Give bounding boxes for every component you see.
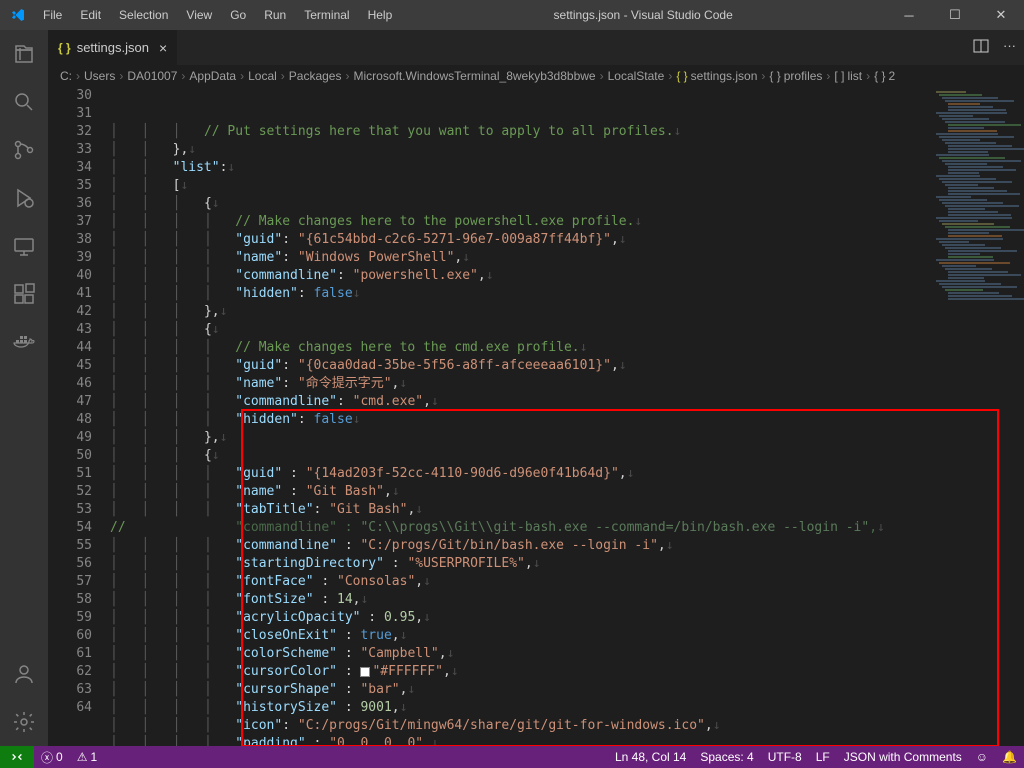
search-icon[interactable] bbox=[0, 78, 48, 126]
breadcrumb-segment[interactable]: Local bbox=[248, 69, 277, 83]
extensions-icon[interactable] bbox=[0, 270, 48, 318]
editor[interactable]: 3031323334353637383940414243444546474849… bbox=[48, 87, 1024, 746]
breadcrumb-segment[interactable]: list bbox=[847, 69, 862, 83]
status-errors[interactable]: ⓧ0 bbox=[34, 749, 70, 766]
minimize-button[interactable]: ─ bbox=[886, 0, 932, 30]
json-file-icon: { } bbox=[58, 41, 71, 55]
status-warnings[interactable]: ⚠1 bbox=[70, 750, 104, 764]
menu-go[interactable]: Go bbox=[222, 4, 254, 26]
activity-bar bbox=[0, 30, 48, 746]
menu-run[interactable]: Run bbox=[256, 4, 294, 26]
status-feedback-icon[interactable]: ☺ bbox=[969, 750, 995, 764]
status-indent[interactable]: Spaces: 4 bbox=[693, 750, 760, 764]
remote-indicator[interactable] bbox=[0, 746, 34, 768]
breadcrumb-segment[interactable]: Packages bbox=[289, 69, 342, 83]
maximize-button[interactable]: ☐ bbox=[932, 0, 978, 30]
docker-icon[interactable] bbox=[0, 318, 48, 366]
status-encoding[interactable]: UTF-8 bbox=[761, 750, 809, 764]
code-content[interactable]: │ │ │ // Put settings here that you want… bbox=[110, 87, 926, 746]
status-language[interactable]: JSON with Comments bbox=[837, 750, 969, 764]
status-cursor[interactable]: Ln 48, Col 14 bbox=[608, 750, 693, 764]
menu-terminal[interactable]: Terminal bbox=[296, 4, 357, 26]
breadcrumb-segment[interactable]: AppData bbox=[189, 69, 236, 83]
breadcrumb-segment[interactable]: profiles bbox=[784, 69, 823, 83]
vscode-logo bbox=[0, 7, 35, 23]
remote-explorer-icon[interactable] bbox=[0, 222, 48, 270]
breadcrumb-segment[interactable]: LocalState bbox=[608, 69, 665, 83]
line-numbers: 3031323334353637383940414243444546474849… bbox=[48, 87, 110, 746]
breadcrumb-segment[interactable]: DA01007 bbox=[127, 69, 177, 83]
window-title: settings.json - Visual Studio Code bbox=[400, 8, 886, 22]
split-editor-icon[interactable] bbox=[973, 38, 989, 57]
source-control-icon[interactable] bbox=[0, 126, 48, 174]
minimap[interactable] bbox=[926, 87, 1024, 746]
menu-help[interactable]: Help bbox=[360, 4, 401, 26]
explorer-icon[interactable] bbox=[0, 30, 48, 78]
breadcrumb-segment[interactable]: Microsoft.WindowsTerminal_8wekyb3d8bbwe bbox=[353, 69, 595, 83]
menu-file[interactable]: File bbox=[35, 4, 70, 26]
accounts-icon[interactable] bbox=[0, 650, 48, 698]
close-button[interactable]: ✕ bbox=[978, 0, 1024, 30]
breadcrumbs[interactable]: C:›Users›DA01007›AppData›Local›Packages›… bbox=[48, 65, 1024, 87]
breadcrumb-segment[interactable]: Users bbox=[84, 69, 115, 83]
status-eol[interactable]: LF bbox=[809, 750, 837, 764]
menu-selection[interactable]: Selection bbox=[111, 4, 176, 26]
editor-area: { } settings.json × ··· C:›Users›DA01007… bbox=[48, 30, 1024, 746]
breadcrumb-segment[interactable]: 2 bbox=[888, 69, 895, 83]
breadcrumb-segment[interactable]: C: bbox=[60, 69, 72, 83]
menubar: FileEditSelectionViewGoRunTerminalHelp bbox=[35, 4, 400, 26]
tabs-bar: { } settings.json × ··· bbox=[48, 30, 1024, 65]
tab-settings-json[interactable]: { } settings.json × bbox=[48, 30, 178, 65]
more-actions-icon[interactable]: ··· bbox=[1003, 38, 1016, 57]
settings-gear-icon[interactable] bbox=[0, 698, 48, 746]
status-bar: ⓧ0 ⚠1 Ln 48, Col 14 Spaces: 4 UTF-8 LF J… bbox=[0, 746, 1024, 768]
menu-edit[interactable]: Edit bbox=[72, 4, 109, 26]
status-bell-icon[interactable]: 🔔 bbox=[995, 750, 1024, 764]
menu-view[interactable]: View bbox=[178, 4, 220, 26]
run-debug-icon[interactable] bbox=[0, 174, 48, 222]
titlebar: FileEditSelectionViewGoRunTerminalHelp s… bbox=[0, 0, 1024, 30]
window-controls: ─ ☐ ✕ bbox=[886, 0, 1024, 30]
tab-label: settings.json bbox=[77, 40, 149, 55]
tab-close-icon[interactable]: × bbox=[159, 40, 167, 56]
breadcrumb-segment[interactable]: settings.json bbox=[691, 69, 758, 83]
